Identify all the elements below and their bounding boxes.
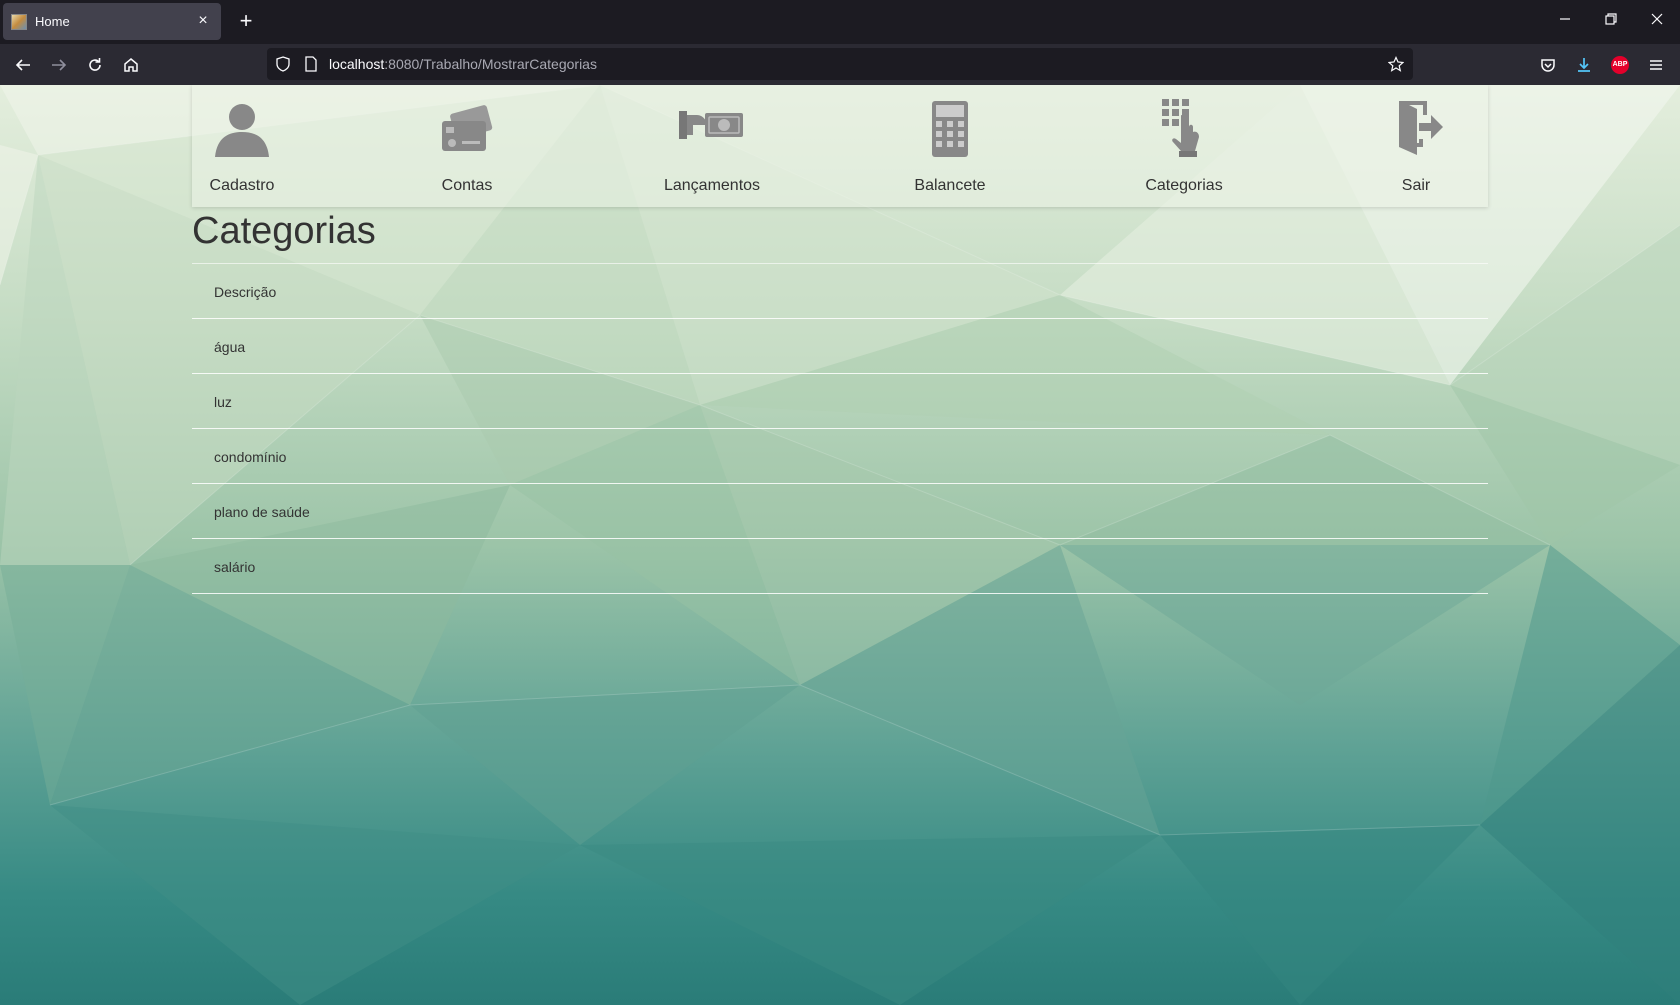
menu-label-lancamentos: Lançamentos <box>663 177 761 194</box>
menu-item-balancete[interactable]: Balancete <box>890 85 1010 207</box>
main-menu: Cadastro Contas Lançamentos Balancete Ca… <box>192 85 1488 207</box>
browser-tab[interactable]: Home × <box>3 3 221 40</box>
navigation-toolbar: localhost:8080/Trabalho/MostrarCategoria… <box>0 44 1680 85</box>
close-icon <box>1651 13 1663 25</box>
menu-label-balancete: Balancete <box>914 177 986 194</box>
table-row: salário <box>192 539 1488 594</box>
page-icon[interactable] <box>303 56 319 72</box>
url-text[interactable]: localhost:8080/Trabalho/MostrarCategoria… <box>329 56 597 72</box>
table-row: luz <box>192 374 1488 429</box>
table-cell: água <box>214 339 246 355</box>
adblock-button[interactable]: ABP <box>1606 51 1634 79</box>
forward-arrow-icon <box>52 59 67 71</box>
back-arrow-icon <box>15 59 30 71</box>
minimize-icon <box>1560 18 1570 20</box>
app-menu-button[interactable] <box>1642 51 1670 79</box>
categories-table: Descrição água luz condomínio plano de s… <box>192 263 1488 594</box>
table-cell: salário <box>214 559 256 575</box>
tab-close-icon[interactable]: × <box>193 11 213 31</box>
hand-money-icon <box>679 111 743 139</box>
shield-icon[interactable] <box>275 56 291 72</box>
tab-strip: Home × + <box>0 0 1680 44</box>
table-cell: luz <box>214 394 232 410</box>
url-path: :8080/Trabalho/MostrarCategorias <box>384 56 597 72</box>
adblock-icon: ABP <box>1611 56 1629 74</box>
logout-door-icon <box>1399 101 1443 155</box>
hamburger-menu-icon <box>1650 60 1662 70</box>
keypad-touch-icon <box>1162 99 1199 157</box>
bookmark-star-icon[interactable] <box>1388 56 1404 72</box>
tab-title: Home <box>35 14 70 29</box>
url-host: localhost <box>329 56 385 72</box>
reload-icon <box>89 58 101 71</box>
download-icon <box>1578 58 1590 72</box>
back-button[interactable] <box>9 51 37 79</box>
restore-button[interactable] <box>1596 10 1626 34</box>
home-icon <box>124 58 138 72</box>
table-row: condomínio <box>192 429 1488 484</box>
downloads-button[interactable] <box>1570 51 1598 79</box>
address-bar[interactable]: localhost:8080/Trabalho/MostrarCategoria… <box>267 48 1413 80</box>
credit-card-icon <box>442 105 493 151</box>
pocket-button[interactable] <box>1534 51 1562 79</box>
restore-icon <box>1605 13 1617 25</box>
table-cell: plano de saúde <box>214 504 310 520</box>
reload-button[interactable] <box>81 51 109 79</box>
column-header-descricao: Descrição <box>214 284 277 300</box>
user-icon <box>215 104 269 157</box>
table-header-row: Descrição <box>192 264 1488 319</box>
menu-item-lancamentos[interactable]: Lançamentos <box>642 85 782 207</box>
close-window-button[interactable] <box>1642 10 1672 34</box>
new-tab-button[interactable]: + <box>234 9 258 33</box>
menu-label-cadastro: Cadastro <box>209 177 275 194</box>
table-row: plano de saúde <box>192 484 1488 539</box>
pocket-icon <box>1541 59 1555 72</box>
minimize-button[interactable] <box>1550 10 1580 34</box>
favicon-icon <box>11 14 27 30</box>
table-row: água <box>192 319 1488 374</box>
forward-button[interactable] <box>45 51 73 79</box>
page-viewport: Cadastro Contas Lançamentos Balancete Ca… <box>0 85 1680 1005</box>
menu-label-sair: Sair <box>1401 177 1431 194</box>
menu-item-contas[interactable]: Contas <box>412 85 522 207</box>
calculator-icon <box>932 101 968 157</box>
home-button[interactable] <box>117 51 145 79</box>
menu-label-contas: Contas <box>441 177 493 194</box>
menu-item-categorias[interactable]: Categorias <box>1124 85 1244 207</box>
menu-item-sair[interactable]: Sair <box>1376 85 1456 207</box>
page-title: Categorias <box>192 210 376 252</box>
menu-label-categorias: Categorias <box>1145 177 1223 194</box>
table-cell: condomínio <box>214 449 287 465</box>
menu-item-cadastro[interactable]: Cadastro <box>192 85 292 207</box>
